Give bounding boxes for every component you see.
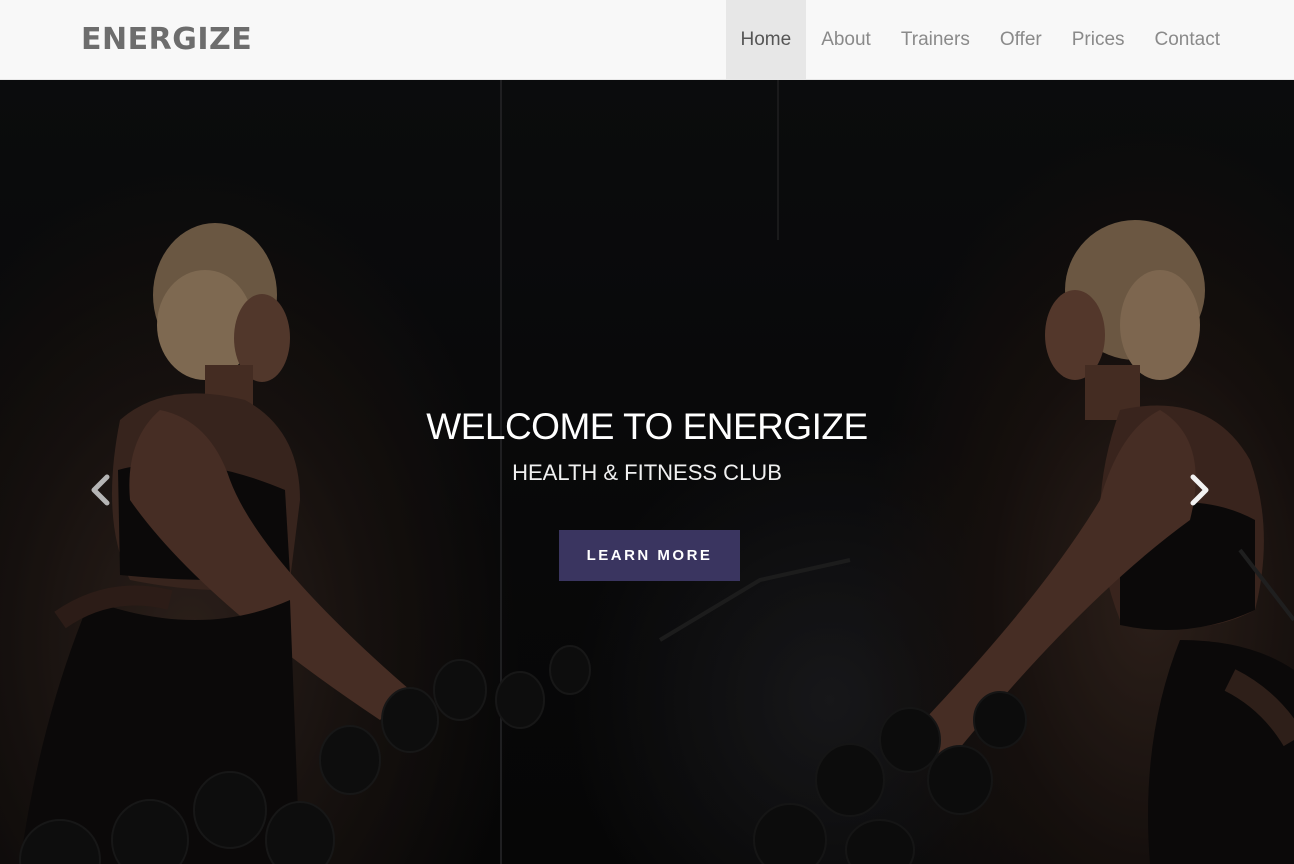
hero-subtitle: HEALTH & FITNESS CLUB xyxy=(512,460,782,485)
nav-item-trainers[interactable]: Trainers xyxy=(886,0,985,80)
nav-item-prices[interactable]: Prices xyxy=(1057,0,1140,80)
carousel-prev-button[interactable] xyxy=(80,470,120,510)
nav-item-contact[interactable]: Contact xyxy=(1140,0,1235,80)
nav-item-offer[interactable]: Offer xyxy=(985,0,1057,80)
hero-carousel: WELCOME TO ENERGIZE HEALTH & FITNESS CLU… xyxy=(0,80,1294,864)
carousel-next-button[interactable] xyxy=(1180,470,1220,510)
chevron-right-icon xyxy=(1190,474,1209,506)
learn-more-button[interactable]: LEARN MORE xyxy=(559,530,740,581)
brand-logo[interactable]: ENERGIZE xyxy=(81,20,252,60)
nav-menu: Home About Trainers Offer Prices Contact xyxy=(725,0,1236,80)
chevron-left-icon xyxy=(91,474,110,506)
hero-title: WELCOME TO ENERGIZE xyxy=(426,406,868,447)
navbar: ENERGIZE Home About Trainers Offer Price… xyxy=(0,0,1294,80)
nav-item-home[interactable]: Home xyxy=(725,0,807,80)
nav-item-about[interactable]: About xyxy=(806,0,886,80)
